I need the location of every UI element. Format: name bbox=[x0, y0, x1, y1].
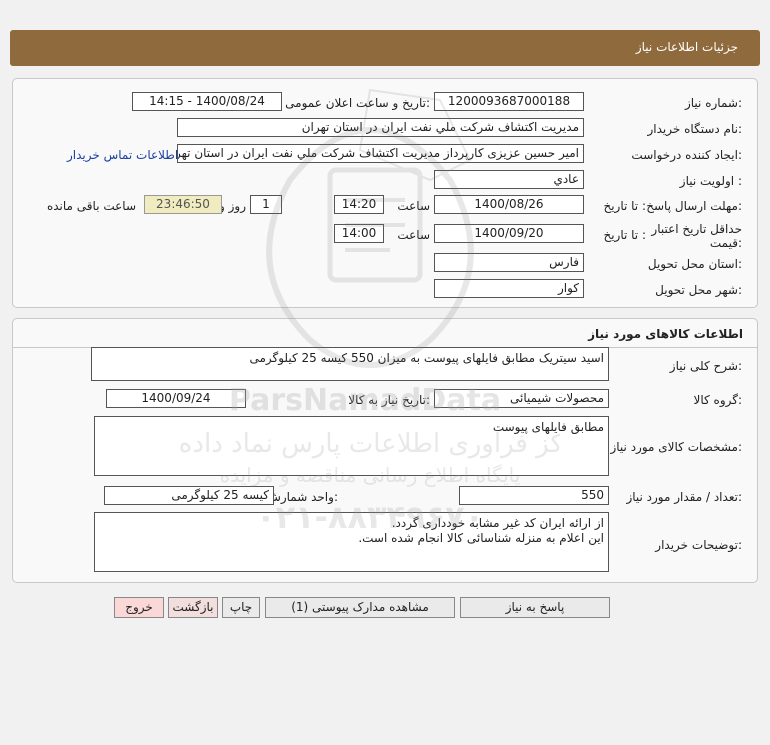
days-label: روز و bbox=[219, 199, 246, 213]
buyer-contact-link[interactable]: اطلاعات تماس خریدار bbox=[67, 148, 178, 162]
validity-time-label: ساعت bbox=[397, 228, 430, 242]
reply-button[interactable]: پاسخ به نیاز bbox=[460, 597, 610, 618]
announce-datetime-label: تاریخ و ساعت اعلان عمومی: bbox=[285, 96, 430, 110]
qty-field: 550 bbox=[459, 486, 609, 505]
province-label: استان محل تحویل: bbox=[647, 257, 742, 271]
send-time-field: 14:20 bbox=[334, 195, 384, 214]
buyer-notes-label: توضیحات خریدار: bbox=[655, 538, 742, 552]
validity-time-field: 14:00 bbox=[334, 224, 384, 243]
buyer-notes-field: از ارائه ایران کد غیر مشابه خودداری گردد… bbox=[94, 512, 609, 572]
group-label: گروه کالا: bbox=[693, 393, 743, 407]
announce-datetime-field: 1400/08/24 - 14:15 bbox=[132, 92, 282, 111]
send-date-field: 1400/08/26 bbox=[434, 195, 584, 214]
summary-label: شرح کلی نیاز: bbox=[669, 359, 742, 373]
price-validity-label: حداقل تاریخ اعتبار قیمت: bbox=[651, 222, 742, 250]
send-deadline-label: مهلت ارسال پاسخ: bbox=[646, 199, 742, 213]
need-date-field: 1400/09/24 bbox=[106, 389, 246, 408]
province-field: فارس bbox=[434, 253, 584, 272]
specs-field: مطابق فایلهای پیوست bbox=[94, 416, 609, 476]
back-button[interactable]: بازگشت bbox=[168, 597, 218, 618]
attachments-button[interactable]: مشاهده مدارک پیوستی (1) bbox=[265, 597, 455, 618]
send-to-date-label: تا تاریخ : bbox=[603, 199, 646, 213]
need-date-label: تاریخ نیاز به کالا: bbox=[348, 393, 430, 407]
buyer-notes-line-1: از ارائه ایران کد غیر مشابه خودداری گردد… bbox=[391, 516, 604, 530]
group-field: محصولات شیمیائی bbox=[434, 389, 609, 408]
summary-field: اسید سیتریک مطابق فایلهای پیوست به میزان… bbox=[91, 347, 609, 381]
specs-label: مشخصات کالای مورد نیاز: bbox=[610, 440, 742, 454]
qty-label: تعداد / مقدار مورد نیاز: bbox=[626, 490, 742, 504]
validity-to-date-label: تا تاریخ : bbox=[603, 228, 646, 242]
days-field: 1 bbox=[250, 195, 282, 214]
need-number-field: 1200093687000188 bbox=[434, 92, 584, 111]
buyer-notes-line-2: این اعلام به منزله شناسائی کالا انجام شد… bbox=[358, 531, 604, 545]
goods-section-title: اطلاعات کالاهای مورد نیاز bbox=[588, 327, 743, 341]
priority-field: عادي bbox=[434, 170, 584, 189]
need-info-panel bbox=[12, 78, 758, 308]
page-header: جزئیات اطلاعات نیاز bbox=[10, 30, 760, 66]
remaining-time-label: ساعت باقی مانده bbox=[46, 199, 136, 213]
remaining-time-field: 23:46:50 bbox=[144, 195, 222, 214]
send-time-label: ساعت bbox=[397, 199, 430, 213]
buyer-org-label: نام دستگاه خریدار: bbox=[647, 122, 743, 136]
exit-button[interactable]: خروج bbox=[114, 597, 164, 618]
priority-label: اولویت نیاز : bbox=[679, 174, 742, 188]
print-button[interactable]: چاپ bbox=[222, 597, 260, 618]
requester-field: امیر حسین عزیزی کارپرداز مديريت اكتشاف ش… bbox=[177, 144, 584, 163]
city-field: کوار bbox=[434, 279, 584, 298]
city-label: شهر محل تحویل: bbox=[655, 283, 742, 297]
unit-field: کیسه 25 کیلوگرمی bbox=[104, 486, 274, 505]
buyer-org-field: مديريت اكتشاف شركت ملي نفت ايران در استا… bbox=[177, 118, 584, 137]
unit-label: واحد شمارش: bbox=[266, 490, 338, 504]
need-number-label: شماره نیاز: bbox=[684, 96, 742, 110]
page-title: جزئیات اطلاعات نیاز bbox=[635, 40, 738, 54]
requester-label: ایجاد کننده درخواست: bbox=[631, 148, 742, 162]
validity-date-field: 1400/09/20 bbox=[434, 224, 584, 243]
